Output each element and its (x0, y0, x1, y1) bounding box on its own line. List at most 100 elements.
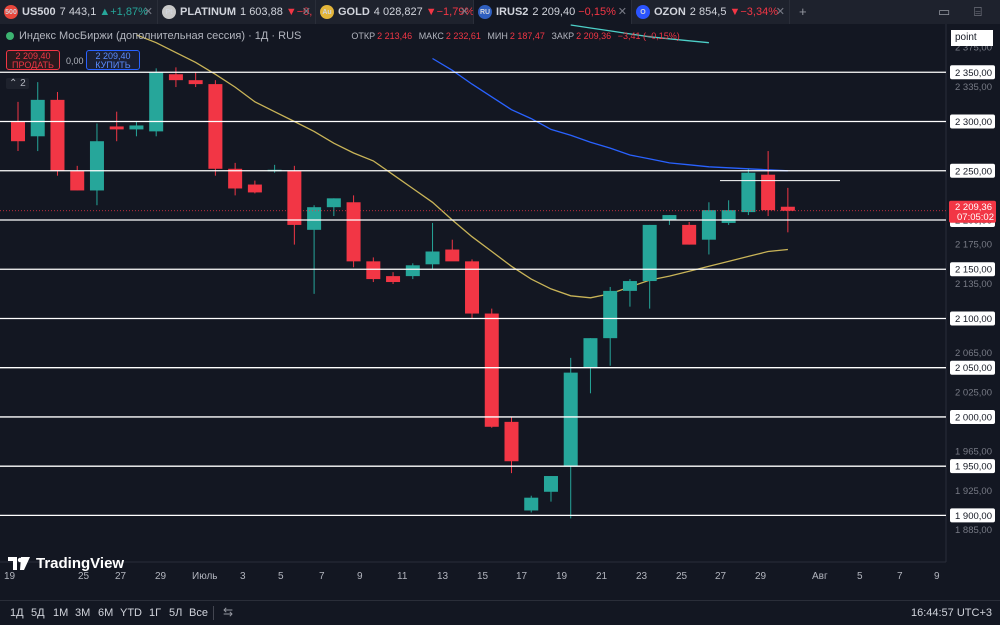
tab-change-arrow: ▲ (99, 6, 111, 18)
timeframe-7[interactable]: 5Л (169, 607, 182, 619)
x-tick-label: 9 (934, 571, 940, 582)
candle-body (89, 141, 104, 191)
clock: 16:44:57 UTC+3 (910, 607, 992, 619)
x-tick-label: Июль (192, 571, 218, 582)
tab-change: −3,34% (740, 6, 778, 18)
tab-change: −0,15% (578, 6, 616, 18)
candle-body (168, 74, 183, 81)
close-tab-icon[interactable]: ✕ (618, 5, 627, 18)
x-tick-label: Авг (812, 571, 828, 582)
tab-symbol: PLATINUM (180, 6, 237, 18)
tab-irus2[interactable]: RU IRUS2 2 209,40 −0,15% ✕ (474, 0, 632, 24)
market-status-icon (6, 32, 14, 40)
level-label: 1 950,00 (955, 462, 992, 473)
ohlc-values: ОТКР 2 213,46 МАКС 2 232,61 МИН 2 187,47 ЗА… (351, 31, 680, 41)
x-tick-label: 21 (596, 571, 608, 582)
level-label: 2 250,00 (955, 166, 992, 177)
candle-body (484, 313, 499, 427)
y-tick-label: 2 025,00 (955, 387, 992, 398)
symbol-icon: O (636, 5, 650, 19)
candle-body (445, 249, 460, 262)
tab-symbol: IRUS2 (496, 6, 529, 18)
candle-body (524, 497, 539, 511)
candle-body (741, 172, 756, 213)
buy-button[interactable]: 2 209,40 КУПИТЬ (86, 50, 140, 70)
level-label: 2 150,00 (955, 265, 992, 276)
x-tick-label: 7 (319, 571, 325, 582)
y-tick-label: 2 135,00 (955, 279, 992, 290)
level-label: 1 900,00 (955, 511, 992, 522)
candle-body (563, 372, 578, 467)
timeframe-1[interactable]: 5Д (31, 607, 45, 619)
level-label: 2 300,00 (955, 117, 992, 128)
tradingview-logo: TradingView (8, 555, 124, 572)
level-label: 2 100,00 (955, 314, 992, 325)
close-tab-icon[interactable]: ✕ (144, 5, 153, 18)
x-tick-label: 7 (897, 571, 903, 582)
candle-body (761, 174, 776, 211)
x-tick-label: 5 (857, 571, 863, 582)
tab-symbol: US500 (22, 6, 56, 18)
tab-platinum[interactable]: Pt PLATINUM 1 603,88 ▼ −0, ✕ (158, 0, 316, 24)
go-to-date-icon[interactable]: ⇆ (223, 605, 233, 619)
x-tick-label: 29 (755, 571, 767, 582)
fullscreen-icon[interactable]: ⌸ (974, 4, 982, 20)
candle-body (208, 84, 223, 169)
candle-body (622, 281, 637, 291)
candle-body (504, 421, 519, 462)
level-label: 2 350,00 (955, 68, 992, 79)
x-tick-label: 25 (78, 571, 90, 582)
timeframe-5[interactable]: YTD (120, 607, 142, 619)
tab-ozon[interactable]: O OZON 2 854,5 ▼ −3,34% ✕ (632, 0, 790, 24)
candle-body (11, 121, 25, 142)
timeframe-4[interactable]: 6М (98, 607, 113, 619)
timeframe-3[interactable]: 3М (75, 607, 90, 619)
divider (213, 606, 214, 620)
x-tick-label: 17 (516, 571, 528, 582)
tab-us500[interactable]: 500 US500 7 443,1 ▲ +1,87% ✕ (0, 0, 158, 24)
tab-price: 2 854,5 (689, 6, 727, 18)
collapse-indicators-button[interactable]: ⌃ 2 (6, 78, 29, 89)
layout-icon[interactable]: ▭ (938, 4, 950, 20)
candle-body (366, 261, 381, 280)
legend-title: Индекс МосБиржи (дополнительная сессия) … (19, 30, 302, 42)
x-tick-label: 29 (155, 571, 167, 582)
y-tick-label: 1 925,00 (955, 486, 992, 497)
point-input[interactable]: point (951, 30, 993, 46)
bottom-toolbar: 1Д 5Д 1М 3М 6М YTD 1Г 5Л Все ⇆ 16:44:57 UTC+3 (0, 600, 1000, 625)
tab-change-arrow: ▼ (285, 6, 297, 18)
tab-bar: 500 US500 7 443,1 ▲ +1,87% ✕ Pt PLATINUM 1 603,8… (0, 0, 1000, 24)
timeframe-8[interactable]: Все (189, 607, 208, 619)
y-tick-label: 2 175,00 (955, 240, 992, 251)
level-label: 2 000,00 (955, 412, 992, 423)
timeframe-2[interactable]: 1М (53, 607, 68, 619)
spread-value: 0,00 (66, 56, 84, 66)
price-chart[interactable]: 1 885,00 1 925,00 1 965,00 2 025,00 2 065,00… (0, 24, 1000, 600)
y-tick-label: 2 065,00 (955, 348, 992, 359)
candle-body (721, 210, 736, 223)
timeframe-0[interactable]: 1Д (10, 607, 24, 619)
close-tab-icon[interactable]: ✕ (302, 5, 311, 18)
close-tab-icon[interactable]: ✕ (460, 5, 469, 18)
x-tick-label: 27 (115, 571, 127, 582)
x-tick-label: 19 (556, 571, 568, 582)
tab-change-arrow: ▼ (425, 6, 437, 18)
timeframe-6[interactable]: 1Г (149, 607, 161, 619)
tab-price: 2 209,40 (532, 6, 576, 18)
new-tab-button[interactable]: + (799, 4, 807, 19)
tab-change: +1,87% (110, 6, 148, 18)
candle-body (386, 276, 401, 283)
tab-symbol: GOLD (338, 6, 370, 18)
tab-gold[interactable]: Au GOLD 4 028,827 ▼ −1,79% ✕ (316, 0, 474, 24)
candle-body (188, 80, 203, 85)
close-tab-icon[interactable]: ✕ (776, 5, 785, 18)
x-tick-label: 9 (357, 571, 363, 582)
candle-body (228, 168, 243, 189)
tab-price: 1 603,88 (240, 6, 283, 18)
symbol-icon: Au (320, 5, 334, 19)
x-tick-label: 27 (715, 571, 727, 582)
symbol-icon: RU (478, 5, 492, 19)
y-tick-label: 2 335,00 (955, 82, 992, 93)
candle-body (583, 338, 598, 368)
sell-button[interactable]: 2 209,40 ПРОДАТЬ (6, 50, 60, 70)
